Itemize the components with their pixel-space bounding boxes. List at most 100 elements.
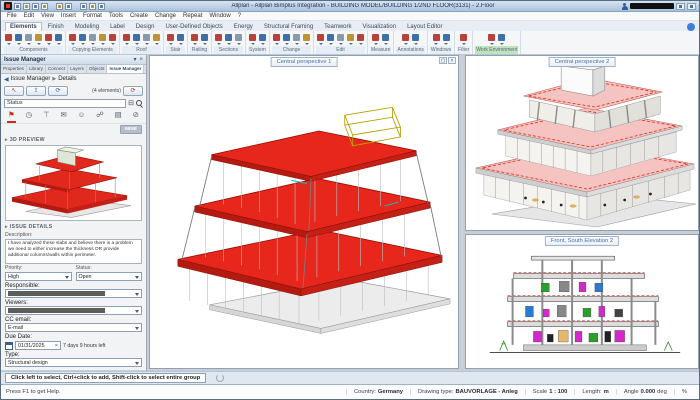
- app-icon[interactable]: [4, 2, 12, 10]
- ribbon-tool-icon[interactable]: [381, 33, 390, 46]
- calendar-icon[interactable]: [5, 342, 13, 350]
- viewers-select[interactable]: [5, 306, 142, 315]
- ribbon-tool-icon[interactable]: [497, 33, 506, 46]
- sync-issues-button[interactable]: ⟳: [48, 86, 68, 96]
- ribbon-tool-icon[interactable]: [166, 33, 175, 46]
- ribbon-tool-icon[interactable]: [371, 33, 380, 46]
- menu-format[interactable]: Format: [83, 13, 102, 19]
- ribbon-tool-icon[interactable]: [34, 33, 43, 46]
- priority-icon[interactable]: ⊤: [42, 109, 51, 123]
- preview-section-header[interactable]: ▸ 3D PREVIEW: [1, 135, 146, 144]
- maximize-icon[interactable]: ▢: [439, 57, 447, 64]
- ribbon-tool-icon[interactable]: [4, 33, 13, 46]
- viewport-title[interactable]: Front, South Elevation 2: [545, 236, 619, 246]
- ribbon-tool-icon[interactable]: [88, 33, 97, 46]
- ribbon-tab-layout-editor[interactable]: Layout Editor: [402, 22, 447, 31]
- input-options-icon[interactable]: [216, 374, 224, 382]
- upload-issue-button[interactable]: ⇪: [26, 86, 46, 96]
- due-date-field[interactable]: 01/31/2025 ×: [15, 341, 61, 350]
- ribbon-tool-icon[interactable]: [356, 33, 365, 46]
- issue-3d-preview[interactable]: [5, 145, 142, 221]
- tab-properties[interactable]: Properties: [1, 65, 27, 73]
- ribbon-tool-icon[interactable]: [142, 33, 151, 46]
- ribbon-tool-icon[interactable]: [346, 33, 355, 46]
- ribbon-tool-icon[interactable]: [152, 33, 161, 46]
- ribbon-tool-icon[interactable]: [326, 33, 335, 46]
- copy-icon[interactable]: [80, 3, 87, 10]
- scale-field[interactable]: Scale1 : 100: [525, 389, 575, 395]
- ribbon-tab-design[interactable]: Design: [131, 22, 160, 31]
- country-field[interactable]: Country:Germany: [346, 389, 410, 395]
- ribbon-tool-icon[interactable]: [316, 33, 325, 46]
- ribbon-tab-energy[interactable]: Energy: [229, 22, 258, 31]
- viewport-central-perspective-2[interactable]: Central perspective 2: [465, 55, 699, 231]
- viewport-central-perspective-1[interactable]: Central perspective 1 ▢ ×: [149, 55, 459, 369]
- print-icon[interactable]: [41, 3, 48, 10]
- panel-close-icon[interactable]: ×: [139, 57, 143, 63]
- assignee-icon[interactable]: ☺: [77, 109, 87, 123]
- ribbon-tool-icon[interactable]: [487, 33, 496, 46]
- ribbon-tool-icon[interactable]: [302, 33, 311, 46]
- ribbon-tool-icon[interactable]: [258, 33, 267, 46]
- ribbon-tool-icon[interactable]: [190, 33, 199, 46]
- menu-file[interactable]: File: [7, 13, 17, 19]
- ribbon-tab-label[interactable]: Label: [105, 22, 130, 31]
- help-icon[interactable]: [687, 23, 695, 31]
- ribbon-tool-icon[interactable]: [200, 33, 209, 46]
- mine-button[interactable]: MINE: [120, 125, 142, 134]
- notifications-icon[interactable]: [676, 3, 685, 10]
- ribbon-tool-icon[interactable]: [442, 33, 451, 46]
- clock-icon[interactable]: ◷: [25, 109, 34, 123]
- tab-library[interactable]: Library: [27, 65, 46, 73]
- undo-icon[interactable]: [56, 3, 63, 10]
- ribbon-tab-finish[interactable]: Finish: [43, 22, 69, 31]
- status-select[interactable]: Open: [76, 272, 143, 281]
- user-icon[interactable]: [621, 3, 628, 10]
- menu-window[interactable]: Window: [209, 13, 230, 19]
- panel-pin-icon[interactable]: ▾: [133, 56, 136, 63]
- ribbon-tool-icon[interactable]: [459, 33, 468, 46]
- ribbon-tool-icon[interactable]: [282, 33, 291, 46]
- trash-icon[interactable]: ⊟: [128, 99, 134, 108]
- breadcrumb-root[interactable]: Issue Manager: [11, 76, 51, 82]
- type-select[interactable]: Structural design: [5, 358, 142, 367]
- save-icon[interactable]: [32, 3, 39, 10]
- tab-objects[interactable]: Objects: [87, 65, 108, 73]
- info-icon[interactable]: ⊘: [132, 109, 140, 123]
- ribbon-tool-icon[interactable]: [132, 33, 141, 46]
- search-icon[interactable]: [136, 100, 143, 107]
- delete-icon[interactable]: [98, 3, 105, 10]
- description-textarea[interactable]: I have analyzed these slabs and believe …: [5, 239, 142, 264]
- ribbon-tab-modeling[interactable]: Modeling: [70, 22, 104, 31]
- close-icon[interactable]: ×: [448, 57, 456, 64]
- refresh-button[interactable]: ⟳: [123, 86, 143, 96]
- ribbon-tool-icon[interactable]: [224, 33, 233, 46]
- document-icon[interactable]: ▤: [114, 109, 123, 123]
- ribbon-tab-user-defined-objects[interactable]: User-Defined Objects: [160, 22, 227, 31]
- ribbon-tool-icon[interactable]: [24, 33, 33, 46]
- menu-repeat[interactable]: Repeat: [183, 13, 202, 19]
- cc-email-select[interactable]: E-mail: [5, 323, 142, 332]
- settings-icon[interactable]: [687, 3, 696, 10]
- ribbon-tool-icon[interactable]: [44, 33, 53, 46]
- ribbon-tool-icon[interactable]: [248, 33, 257, 46]
- ribbon-tool-icon[interactable]: [176, 33, 185, 46]
- ribbon-tool-icon[interactable]: [78, 33, 87, 46]
- viewport-title[interactable]: Central perspective 2: [549, 57, 616, 67]
- ribbon-tool-icon[interactable]: [122, 33, 131, 46]
- details-section-header[interactable]: ▸ ISSUE DETAILS: [1, 222, 146, 231]
- locate-issue-button[interactable]: ↖: [4, 86, 24, 96]
- tab-layers[interactable]: Layers: [68, 65, 87, 73]
- status-filter-input[interactable]: [4, 99, 126, 108]
- ribbon-tool-icon[interactable]: [272, 33, 281, 46]
- redo-icon[interactable]: [65, 3, 72, 10]
- flag-icon[interactable]: ⚑: [7, 109, 16, 123]
- new-icon[interactable]: [14, 3, 21, 10]
- paste-icon[interactable]: [89, 3, 96, 10]
- drawing-type-field[interactable]: Drawing type:BAUVORLAGE - Anleg: [410, 389, 525, 395]
- ribbon-tool-icon[interactable]: [336, 33, 345, 46]
- responsible-select[interactable]: [5, 289, 142, 298]
- ribbon-tab-visualization[interactable]: Visualization: [358, 22, 402, 31]
- percent-field[interactable]: %: [674, 389, 694, 395]
- length-field[interactable]: Length:m: [574, 389, 616, 395]
